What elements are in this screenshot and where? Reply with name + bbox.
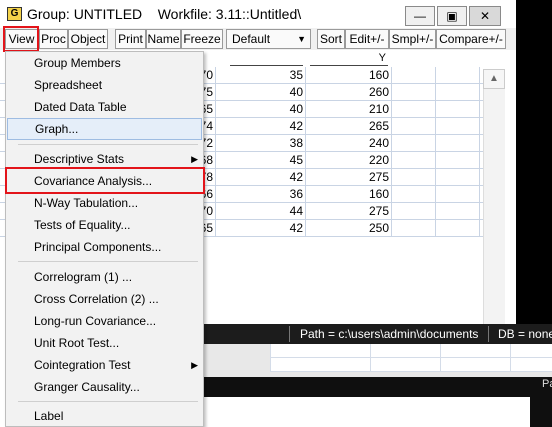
window-title: Group: UNTITLED Workfile: 3.11::Untitled… xyxy=(27,6,302,22)
table-cell[interactable]: 44 xyxy=(216,203,306,219)
menu-item-dated-data-table[interactable]: Dated Data Table xyxy=(6,96,203,118)
table-cell[interactable]: 275 xyxy=(306,169,392,185)
grid-line xyxy=(270,344,271,372)
minimize-button[interactable]: — xyxy=(405,6,435,26)
table-cell[interactable] xyxy=(436,203,480,219)
table-cell[interactable] xyxy=(436,67,480,83)
smpl-button[interactable]: Smpl+/- xyxy=(389,29,436,49)
table-cell[interactable]: 35 xyxy=(216,67,306,83)
table-cell[interactable]: 210 xyxy=(306,101,392,117)
display-format-value: Default xyxy=(232,32,271,46)
table-cell[interactable] xyxy=(436,220,480,236)
table-cell[interactable]: 160 xyxy=(306,67,392,83)
status-path: Path = c:\users\admin\documents xyxy=(300,327,479,341)
menu-separator xyxy=(18,401,198,402)
view-menu: Group Members Spreadsheet Dated Data Tab… xyxy=(5,51,204,427)
scroll-up-arrow[interactable]: ▲ xyxy=(483,69,505,89)
table-cell[interactable] xyxy=(392,169,436,185)
table-cell[interactable]: 42 xyxy=(216,220,306,236)
table-cell[interactable] xyxy=(392,101,436,117)
table-cell[interactable]: 38 xyxy=(216,135,306,151)
table-cell[interactable]: 240 xyxy=(306,135,392,151)
group-app-icon: G xyxy=(7,7,22,21)
table-cell[interactable]: 275 xyxy=(306,203,392,219)
proc-button[interactable]: Proc xyxy=(39,29,68,49)
table-cell[interactable] xyxy=(392,118,436,134)
menu-item-correlogram[interactable]: Correlogram (1) ... xyxy=(6,266,203,288)
table-cell[interactable] xyxy=(392,67,436,83)
table-cell[interactable] xyxy=(392,152,436,168)
table-cell[interactable]: 260 xyxy=(306,84,392,100)
table-cell[interactable]: 220 xyxy=(306,152,392,168)
table-cell[interactable]: 40 xyxy=(216,84,306,100)
menu-separator xyxy=(18,144,198,145)
column-header[interactable]: Y xyxy=(310,52,388,66)
toolbar: View Proc Object Print Name Freeze Defau… xyxy=(0,28,516,50)
background-window xyxy=(200,344,552,377)
status-separator xyxy=(488,326,489,342)
menu-item-group-members[interactable]: Group Members xyxy=(6,52,203,74)
background-pane-label: Pa xyxy=(542,378,552,390)
table-cell[interactable]: 45 xyxy=(216,152,306,168)
highlight-box xyxy=(5,167,205,194)
table-cell[interactable]: 40 xyxy=(216,101,306,117)
highlight-box xyxy=(3,26,39,52)
table-cell[interactable] xyxy=(436,84,480,100)
menu-item-cross-correlation[interactable]: Cross Correlation (2) ... xyxy=(6,288,203,310)
table-cell[interactable]: 36 xyxy=(216,186,306,202)
table-cell[interactable]: 265 xyxy=(306,118,392,134)
menu-item-spreadsheet[interactable]: Spreadsheet xyxy=(6,74,203,96)
table-cell[interactable] xyxy=(392,186,436,202)
chevron-down-icon: ▼ xyxy=(297,34,306,44)
compare-button[interactable]: Compare+/- xyxy=(436,29,506,49)
background-white-area xyxy=(200,397,530,427)
table-cell[interactable] xyxy=(392,84,436,100)
menu-item-n-way-tabulation[interactable]: N-Way Tabulation... xyxy=(6,192,203,214)
name-button[interactable]: Name xyxy=(146,29,181,49)
status-separator xyxy=(289,326,290,342)
close-button[interactable]: ✕ xyxy=(469,6,501,26)
menu-separator xyxy=(18,261,198,262)
table-cell[interactable]: 42 xyxy=(216,169,306,185)
menu-item-tests-of-equality[interactable]: Tests of Equality... xyxy=(6,214,203,236)
table-cell[interactable] xyxy=(436,101,480,117)
freeze-button[interactable]: Freeze xyxy=(181,29,223,49)
table-cell[interactable] xyxy=(392,135,436,151)
table-cell[interactable]: 250 xyxy=(306,220,392,236)
menu-item-label: Cointegration Test xyxy=(34,358,131,372)
menu-item-granger-causality[interactable]: Granger Causality... xyxy=(6,376,203,398)
title-bar[interactable]: G Group: UNTITLED Workfile: 3.11::Untitl… xyxy=(0,0,516,28)
table-cell[interactable] xyxy=(436,169,480,185)
menu-item-long-run-covariance[interactable]: Long-run Covariance... xyxy=(6,310,203,332)
table-cell[interactable] xyxy=(436,135,480,151)
object-button[interactable]: Object xyxy=(68,29,108,49)
menu-item-label: Descriptive Stats xyxy=(34,152,125,166)
grid-line xyxy=(370,344,371,372)
table-cell[interactable] xyxy=(436,186,480,202)
table-cell[interactable] xyxy=(436,152,480,168)
table-cell[interactable] xyxy=(392,220,436,236)
table-cell[interactable]: 160 xyxy=(306,186,392,202)
status-bar: Path = c:\users\admin\documents DB = non… xyxy=(200,324,552,344)
print-button[interactable]: Print xyxy=(115,29,146,49)
scrollbar-track[interactable] xyxy=(483,89,505,324)
menu-item-unit-root-test[interactable]: Unit Root Test... xyxy=(6,332,203,354)
table-cell[interactable] xyxy=(436,118,480,134)
table-cell[interactable]: 42 xyxy=(216,118,306,134)
menu-item-graph[interactable]: Graph... xyxy=(7,118,202,140)
edit-button[interactable]: Edit+/- xyxy=(345,29,389,49)
column-header[interactable] xyxy=(230,52,303,66)
background-grid xyxy=(270,344,552,372)
menu-item-cointegration-test[interactable]: Cointegration Test ▶ xyxy=(6,354,203,376)
sort-button[interactable]: Sort xyxy=(317,29,345,49)
display-format-select[interactable]: Default ▼ xyxy=(226,29,311,49)
submenu-arrow-icon: ▶ xyxy=(191,360,198,370)
grid-line xyxy=(440,344,441,372)
status-db: DB = none xyxy=(498,327,552,341)
menu-item-label[interactable]: Label xyxy=(6,405,203,427)
grid-line xyxy=(510,344,511,372)
maximize-button[interactable]: ▣ xyxy=(437,6,467,26)
table-cell[interactable] xyxy=(392,203,436,219)
menu-item-principal-components[interactable]: Principal Components... xyxy=(6,236,203,258)
